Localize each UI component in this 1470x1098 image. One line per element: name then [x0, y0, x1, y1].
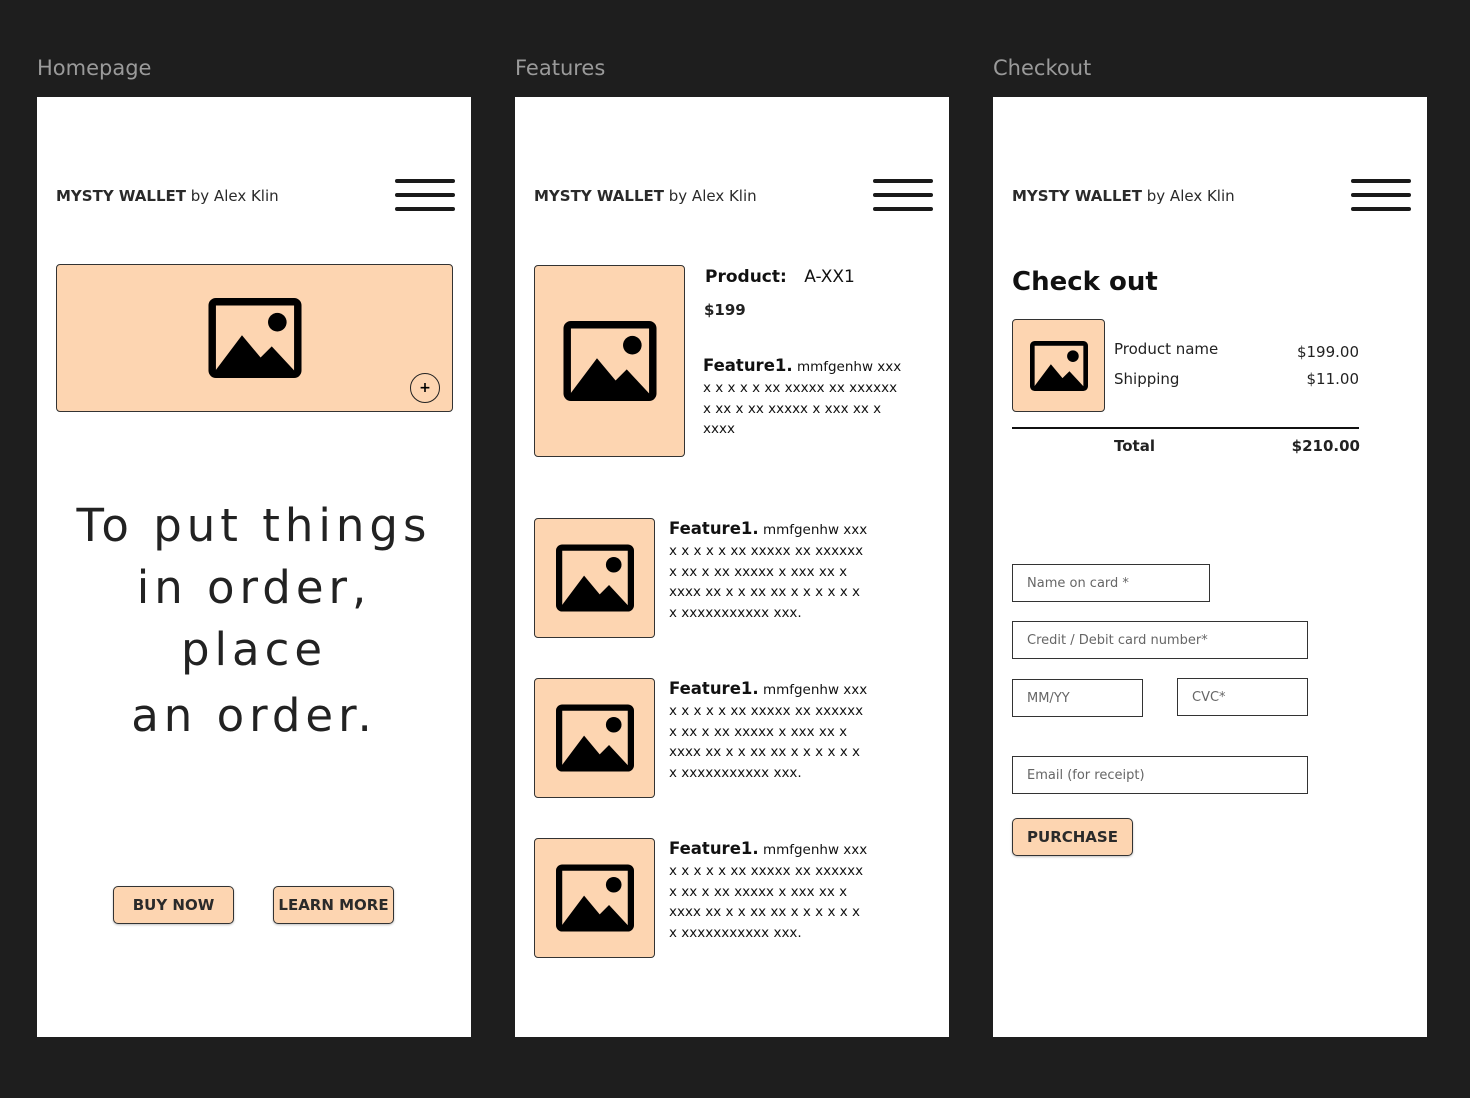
- buy-now-button[interactable]: BUY NOW: [113, 886, 234, 924]
- shipping-price-value: $11.00: [1306, 370, 1360, 388]
- feature-lead: mmfgenhw xxx: [796, 359, 902, 375]
- feature-item-text: Feature1. mmfgenhw xxx x x x x x xx xxxx…: [669, 519, 867, 624]
- email-field[interactable]: [1012, 756, 1308, 794]
- brand-name: MYSTY WALLET: [534, 187, 664, 205]
- brand-name: MYSTY WALLET: [56, 187, 186, 205]
- purchase-button[interactable]: PURCHASE: [1012, 818, 1133, 856]
- frame-label-checkout: Checkout: [993, 56, 1092, 80]
- product-price: $199: [704, 301, 746, 319]
- checkout-frame: MYSTY WALLET by Alex Klin Check out Prod…: [993, 97, 1427, 1037]
- hero-line: To put things: [76, 499, 432, 552]
- image-icon: [556, 864, 634, 932]
- total-label: Total: [1114, 437, 1155, 455]
- feature-lead: mmfgenhw xxx: [762, 682, 868, 698]
- product-label: Product:: [705, 267, 787, 287]
- product-title: Product: A-XX1: [705, 267, 855, 287]
- hero-line: in order,: [136, 561, 372, 614]
- hamburger-menu-icon[interactable]: [1351, 179, 1413, 215]
- product-price-value: $199.00: [1296, 343, 1359, 361]
- image-icon: [563, 321, 657, 401]
- brand-title[interactable]: MYSTY WALLET by Alex Klin: [56, 187, 279, 205]
- feature-body: x x x x x xx xxxxx xx xxxxxx x xx x xx x…: [703, 379, 898, 438]
- card-number-field[interactable]: [1012, 621, 1308, 659]
- feature-image-placeholder: [534, 838, 655, 958]
- hero-line: place: [180, 623, 328, 676]
- feature-title: Feature1.: [669, 679, 759, 698]
- hero-image-placeholder: +: [56, 264, 453, 412]
- feature-item-text: Feature1. mmfgenhw xxx x x x x x xx xxxx…: [669, 839, 867, 944]
- brand-author: by Alex Klin: [668, 187, 757, 205]
- feature-lead: mmfgenhw xxx: [762, 522, 868, 538]
- feature-body: x x x x x xx xxxxx xx xxxxxx x xx x xx x…: [669, 862, 864, 942]
- frame-label-features: Features: [515, 56, 606, 80]
- main-feature-text: Feature1. mmfgenhw xxx x x x x x xx xxxx…: [703, 356, 901, 440]
- feature-title: Feature1.: [703, 356, 793, 375]
- hero-headline: To put things in order, place an order.: [37, 495, 471, 747]
- brand-title[interactable]: MYSTY WALLET by Alex Klin: [534, 187, 757, 205]
- product-name-label: Product name: [1114, 340, 1219, 358]
- image-icon: [208, 298, 302, 378]
- hamburger-menu-icon[interactable]: [395, 179, 457, 215]
- brand-name: MYSTY WALLET: [1012, 187, 1142, 205]
- brand-author: by Alex Klin: [1146, 187, 1235, 205]
- feature-title: Feature1.: [669, 839, 759, 858]
- product-image-placeholder: [534, 265, 685, 457]
- frame-label-homepage: Homepage: [37, 56, 152, 80]
- product-code: A-XX1: [804, 267, 855, 287]
- features-frame: MYSTY WALLET by Alex Klin Product: A-XX1…: [515, 97, 949, 1037]
- homepage-frame: MYSTY WALLET by Alex Klin + To put thing…: [37, 97, 471, 1037]
- summary-divider: [1012, 427, 1359, 429]
- feature-image-placeholder: [534, 678, 655, 798]
- image-icon: [556, 544, 634, 612]
- name-on-card-field[interactable]: [1012, 564, 1210, 602]
- expiry-field[interactable]: [1012, 679, 1143, 717]
- feature-image-placeholder: [534, 518, 655, 638]
- checkout-title: Check out: [1012, 267, 1158, 297]
- feature-item-text: Feature1. mmfgenhw xxx x x x x x xx xxxx…: [669, 679, 867, 784]
- learn-more-button[interactable]: LEARN MORE: [273, 886, 394, 924]
- feature-body: x x x x x xx xxxxx xx xxxxxx x xx x xx x…: [669, 702, 864, 782]
- brand-author: by Alex Klin: [190, 187, 279, 205]
- total-price-value: $210.00: [1291, 437, 1360, 455]
- plus-circle-icon[interactable]: +: [410, 373, 440, 403]
- feature-title: Feature1.: [669, 519, 759, 538]
- brand-title[interactable]: MYSTY WALLET by Alex Klin: [1012, 187, 1235, 205]
- hamburger-menu-icon[interactable]: [873, 179, 935, 215]
- feature-lead: mmfgenhw xxx: [762, 842, 868, 858]
- image-icon: [556, 704, 634, 772]
- hero-line: an order.: [131, 689, 377, 742]
- shipping-label: Shipping: [1114, 370, 1180, 388]
- image-icon: [1030, 341, 1088, 391]
- feature-body: x x x x x xx xxxxx xx xxxxxx x xx x xx x…: [669, 542, 864, 622]
- cart-item-image: [1012, 319, 1105, 412]
- cvc-field[interactable]: [1177, 678, 1308, 716]
